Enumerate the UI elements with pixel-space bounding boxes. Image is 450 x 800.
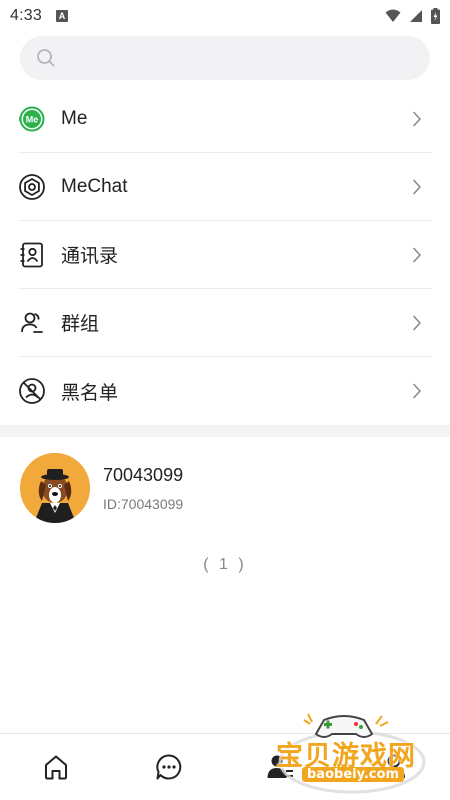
chevron-right-icon [412,314,426,332]
contact-count: ( 1 ) [203,556,247,573]
blacklist-icon [18,377,46,405]
chevron-right-icon [412,382,426,400]
battery-icon [431,8,440,24]
contact-info: 70043099 ID:70043099 [103,465,183,512]
chevron-right-icon [412,110,426,128]
menu-label: 黑名单 [61,382,119,404]
avatar[interactable] [20,453,90,523]
svg-text:Me: Me [26,114,39,124]
home-icon [45,755,68,780]
menu-label: 群组 [61,314,100,335]
contact-row[interactable]: 70043099 ID:70043099 [20,452,430,524]
notification-icon: A [55,10,68,22]
chevron-right-icon [412,178,426,196]
group-icon [18,309,46,337]
watermark-url: baobeiy.com [302,767,404,782]
search-input[interactable] [66,49,406,67]
menu-item-blacklist[interactable]: 黑名单 [18,357,432,425]
search-bar[interactable] [20,36,430,80]
menu-label: Me [61,107,88,129]
chat-icon [156,754,181,780]
menu-item-mechat[interactable]: MeChat [18,153,432,221]
menu-item-groups[interactable]: 群组 [18,289,432,357]
chevron-right-icon [412,246,426,264]
contact-name: 70043099 [103,464,184,485]
tab-messages[interactable] [113,752,226,782]
dog-avatar-icon [20,453,90,523]
status-bar: 4:33 A [0,0,450,32]
tab-home[interactable] [0,752,113,782]
menu-item-contacts[interactable]: 通讯录 [18,221,432,289]
status-icons [385,8,440,24]
menu-item-me[interactable]: Me Me [18,85,432,153]
contacts-book-icon [18,241,46,269]
wifi-icon [385,9,401,22]
me-badge-icon: Me [18,105,46,133]
contact-id: ID:70043099 [103,495,184,512]
mechat-icon [18,173,46,201]
menu-label: 通讯录 [61,246,119,267]
watermark: 宝贝游戏网 baobeiy.com [264,704,440,796]
section-divider [0,425,450,437]
menu-label: MeChat [61,175,128,197]
signal-icon [410,10,422,22]
contacts-menu: Me Me MeChat 通讯录 群组 黑名单 [18,85,432,425]
status-time: 4:33 [10,7,42,24]
search-icon [37,49,55,67]
